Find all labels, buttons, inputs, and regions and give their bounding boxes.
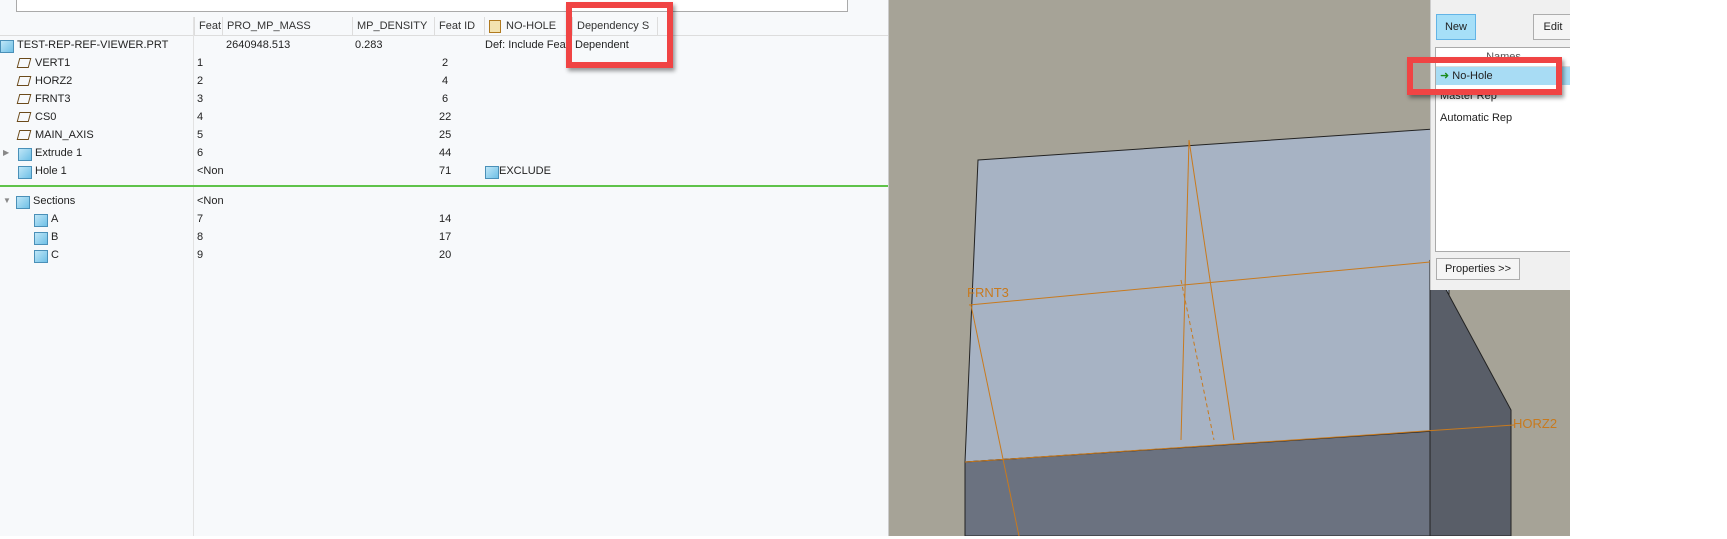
- background: [1570, 0, 1727, 536]
- highlight-box: [566, 2, 673, 68]
- section-icon: [34, 214, 48, 227]
- frnt3-label: FRNT3: [967, 285, 1009, 300]
- hole-icon: [18, 166, 32, 179]
- feat-number: 5: [197, 129, 204, 141]
- new-button[interactable]: New: [1436, 14, 1476, 40]
- feat-id: 6: [442, 93, 449, 105]
- no-hole-status: EXCLUDE: [499, 165, 551, 177]
- tree-row[interactable]: Extrude 1 6 44 ▶: [0, 144, 888, 162]
- edit-button[interactable]: Edit: [1533, 14, 1573, 40]
- feat-id: 14: [439, 213, 452, 225]
- feat-number: 7: [197, 213, 204, 225]
- column-header-feat-id[interactable]: Feat ID: [434, 17, 483, 35]
- column-header-mass[interactable]: PRO_MP_MASS: [222, 17, 351, 35]
- tree-row[interactable]: TEST-REP-REF-VIEWER.PRT 2640948.513 0.283 D…: [0, 36, 888, 54]
- feat-id: 25: [439, 129, 452, 141]
- insert-indicator[interactable]: [0, 185, 888, 187]
- feature-name: VERT1: [35, 57, 71, 69]
- view-manager-dialog: New Edit Names ➜ No-Hole Master Rep Auto…: [1430, 0, 1573, 290]
- coordinate-system-icon: [16, 112, 32, 122]
- column-header-no-hole[interactable]: NO-HOLE: [484, 17, 569, 35]
- feature-name: Extrude 1: [35, 147, 83, 159]
- feat-number: 1: [197, 57, 204, 69]
- highlight-box: [1407, 57, 1562, 95]
- sections-icon: [16, 196, 30, 209]
- feat-id: 71: [439, 165, 452, 177]
- feat-number: 3: [197, 93, 204, 105]
- feat-id: 22: [439, 111, 452, 123]
- feature-name: MAIN_AXIS: [35, 129, 94, 141]
- collapse-arrow-icon[interactable]: ▼: [3, 192, 11, 210]
- tree-row[interactable]: VERT1 1 2: [0, 54, 888, 72]
- no-hole-status: Def: Include Feat: [485, 39, 569, 51]
- feat-id: 44: [439, 147, 452, 159]
- feat-number: 6: [197, 147, 204, 159]
- tree-row[interactable]: Sections <Non ▼: [0, 192, 888, 210]
- feat-number: 2: [197, 75, 204, 87]
- search-input[interactable]: [16, 0, 848, 12]
- datum-plane-icon: [16, 94, 32, 104]
- feat-number: 4: [197, 111, 204, 123]
- feature-name: C: [51, 249, 59, 261]
- feat-id: 2: [442, 57, 449, 69]
- top-face: [964, 127, 1450, 463]
- density-value: 0.283: [355, 39, 383, 51]
- section-icon: [34, 250, 48, 263]
- tree-rows: TEST-REP-REF-VIEWER.PRT 2640948.513 0.283 D…: [0, 36, 888, 180]
- tree-row[interactable]: MAIN_AXIS 5 25: [0, 126, 888, 144]
- column-header-feat[interactable]: Feat: [194, 17, 223, 35]
- part-icon: [0, 40, 14, 53]
- column-header-density[interactable]: MP_DENSITY: [352, 17, 433, 35]
- feat-number: <Non: [197, 165, 224, 177]
- section-rows: Sections <Non ▼ A 7 14 B 8 17 C 9 20: [0, 192, 888, 264]
- feature-name: HORZ2: [35, 75, 73, 87]
- tree-row[interactable]: A 7 14: [0, 210, 888, 228]
- horz2-label: HORZ2: [1513, 416, 1557, 431]
- tree-row[interactable]: Hole 1 <Non 71 EXCLUDE: [0, 162, 888, 180]
- tree-row[interactable]: B 8 17: [0, 228, 888, 246]
- feature-name: Hole 1: [35, 165, 67, 177]
- feat-id: 17: [439, 231, 452, 243]
- feature-name: FRNT3: [35, 93, 71, 105]
- rep-icon: [489, 19, 501, 33]
- exclude-icon: [485, 166, 499, 179]
- feat-number: <Non: [197, 195, 224, 207]
- feat-number: 9: [197, 249, 204, 261]
- properties-button[interactable]: Properties >>: [1436, 258, 1520, 280]
- tree-row[interactable]: CS0 4 22: [0, 108, 888, 126]
- datum-plane-icon: [16, 76, 32, 86]
- tree-row[interactable]: FRNT3 3 6: [0, 90, 888, 108]
- feature-name: A: [51, 213, 59, 225]
- datum-plane-icon: [16, 58, 32, 68]
- tree-row[interactable]: C 9 20: [0, 246, 888, 264]
- model-tree-panel: Feat PRO_MP_MASS MP_DENSITY Feat ID NO-H…: [0, 0, 889, 536]
- expand-arrow-icon[interactable]: ▶: [3, 144, 9, 162]
- feature-name: CS0: [35, 111, 57, 123]
- feat-id: 20: [439, 249, 452, 261]
- feat-number: 8: [197, 231, 204, 243]
- list-item-automatic-rep[interactable]: Automatic Rep: [1436, 107, 1571, 129]
- extrude-icon: [18, 148, 32, 161]
- feat-id: 4: [442, 75, 449, 87]
- axis-icon: [16, 130, 32, 140]
- side-face: [1429, 259, 1512, 537]
- section-icon: [34, 232, 48, 245]
- feature-name: Sections: [33, 195, 76, 207]
- feature-name: B: [51, 231, 59, 243]
- feature-name: TEST-REP-REF-VIEWER.PRT: [17, 39, 169, 51]
- tree-row[interactable]: HORZ2 2 4: [0, 72, 888, 90]
- mass-value: 2640948.513: [226, 39, 291, 51]
